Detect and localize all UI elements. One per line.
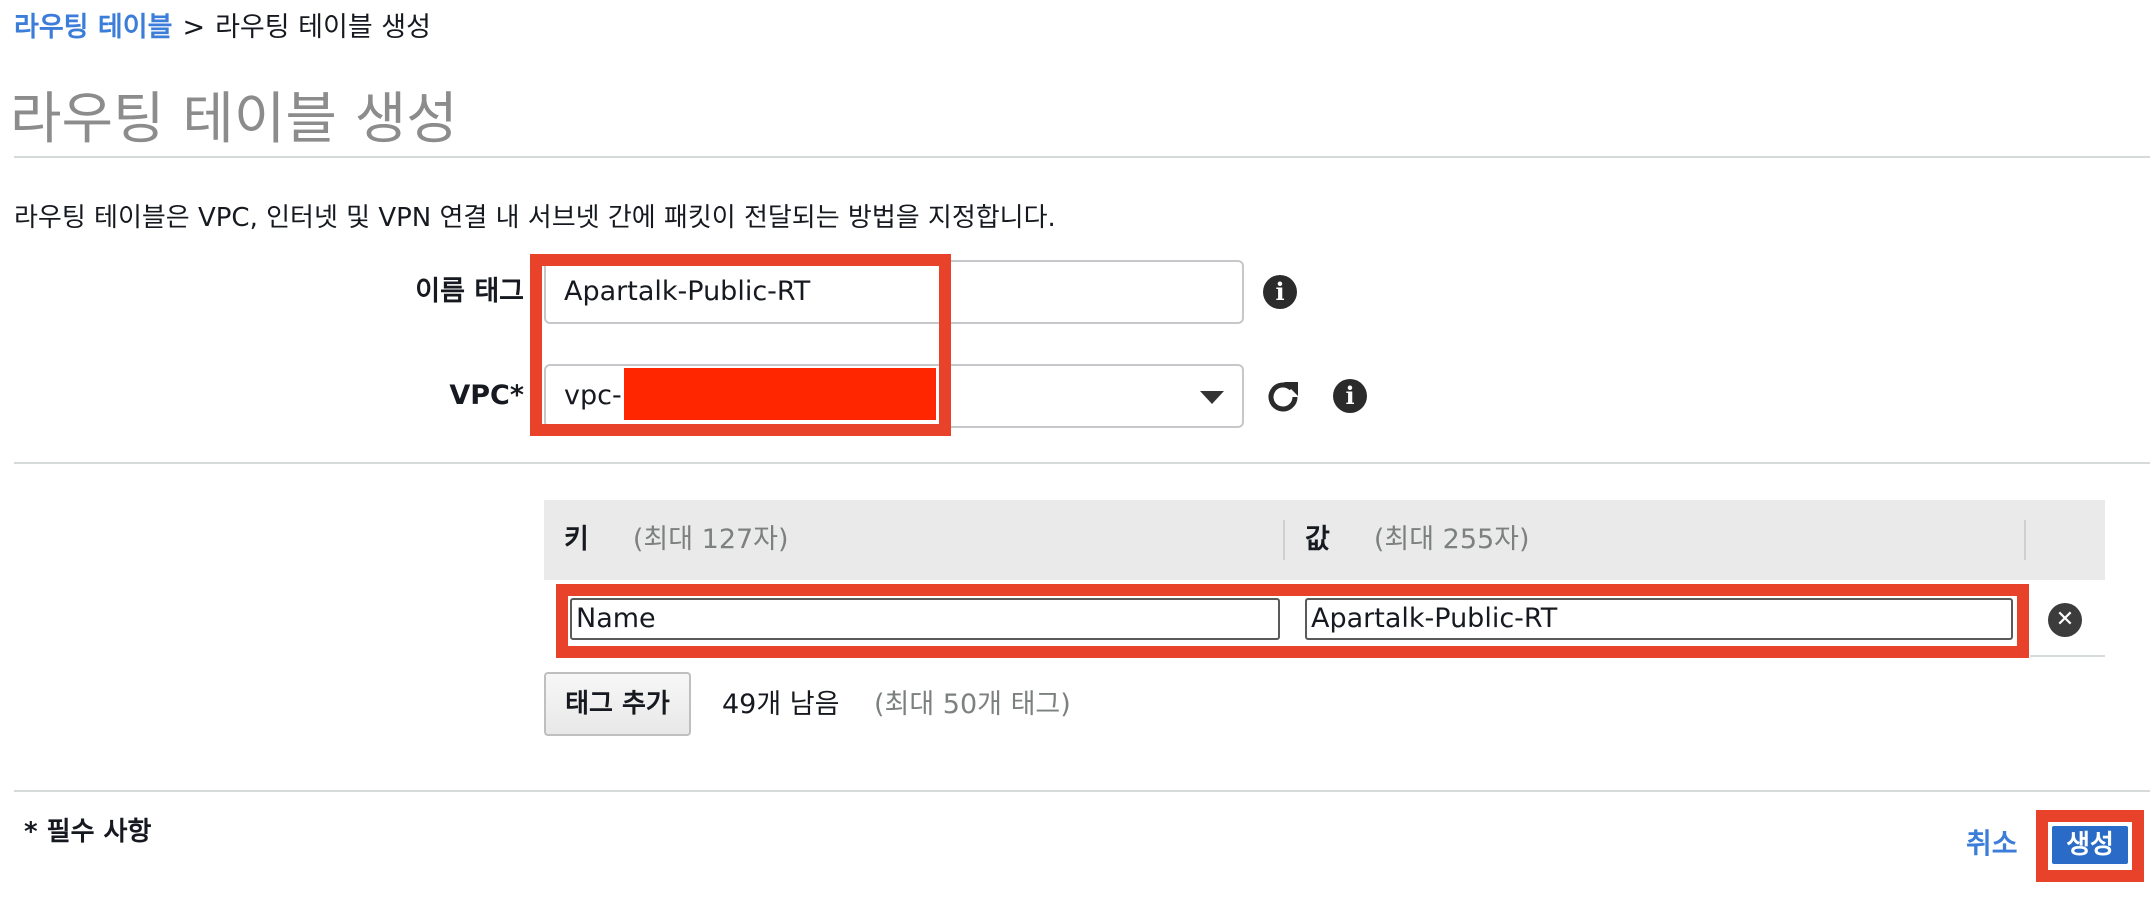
tags-value-header: 값 (최대 255자) xyxy=(1305,500,1530,580)
cancel-button[interactable]: 취소 xyxy=(1966,822,2018,866)
row-divider xyxy=(2030,655,2105,657)
highlight-box-name-vpc xyxy=(530,254,951,436)
remove-circle-icon[interactable]: ✕ xyxy=(2048,603,2082,637)
title-divider xyxy=(14,156,2150,158)
breadcrumb: 라우팅 테이블 > 라우팅 테이블 생성 xyxy=(14,6,431,50)
column-divider xyxy=(2024,520,2026,560)
page-description: 라우팅 테이블은 VPC, 인터넷 및 VPN 연결 내 서브넷 간에 패킷이 … xyxy=(14,203,1056,233)
footer-divider xyxy=(14,790,2150,792)
value-column-hint: (최대 255자) xyxy=(1373,524,1530,555)
breadcrumb-separator: > xyxy=(182,12,206,43)
page: 라우팅 테이블 > 라우팅 테이블 생성 라우팅 테이블 생성 라우팅 테이블은 V… xyxy=(0,0,2150,904)
key-column-hint: (최대 127자) xyxy=(632,524,789,555)
page-title: 라우팅 테이블 생성 xyxy=(10,87,458,152)
name-tag-label: 이름 태그 xyxy=(415,276,524,307)
required-note: * 필수 사항 xyxy=(24,817,152,847)
info-icon[interactable]: i xyxy=(1333,379,1367,413)
vpc-label: VPC* xyxy=(449,380,524,411)
tags-remaining-count: 49개 남음 xyxy=(722,689,840,720)
form-divider xyxy=(14,462,2150,464)
key-column-title: 키 xyxy=(564,524,589,555)
info-icon[interactable]: i xyxy=(1263,275,1297,309)
tags-max-note: (최대 50개 태그) xyxy=(874,689,1071,720)
value-column-title: 값 xyxy=(1305,524,1330,555)
highlight-box-tag-row xyxy=(556,584,2029,658)
column-divider xyxy=(1283,520,1285,560)
highlight-box-create xyxy=(2036,810,2144,882)
chevron-down-icon[interactable] xyxy=(1200,391,1224,404)
refresh-icon[interactable] xyxy=(1264,378,1302,416)
tags-key-header: 키 (최대 127자) xyxy=(564,500,789,580)
breadcrumb-current: 라우팅 테이블 생성 xyxy=(215,12,431,43)
breadcrumb-link-route-tables[interactable]: 라우팅 테이블 xyxy=(14,12,172,43)
add-tag-button[interactable]: 태그 추가 xyxy=(544,672,691,736)
